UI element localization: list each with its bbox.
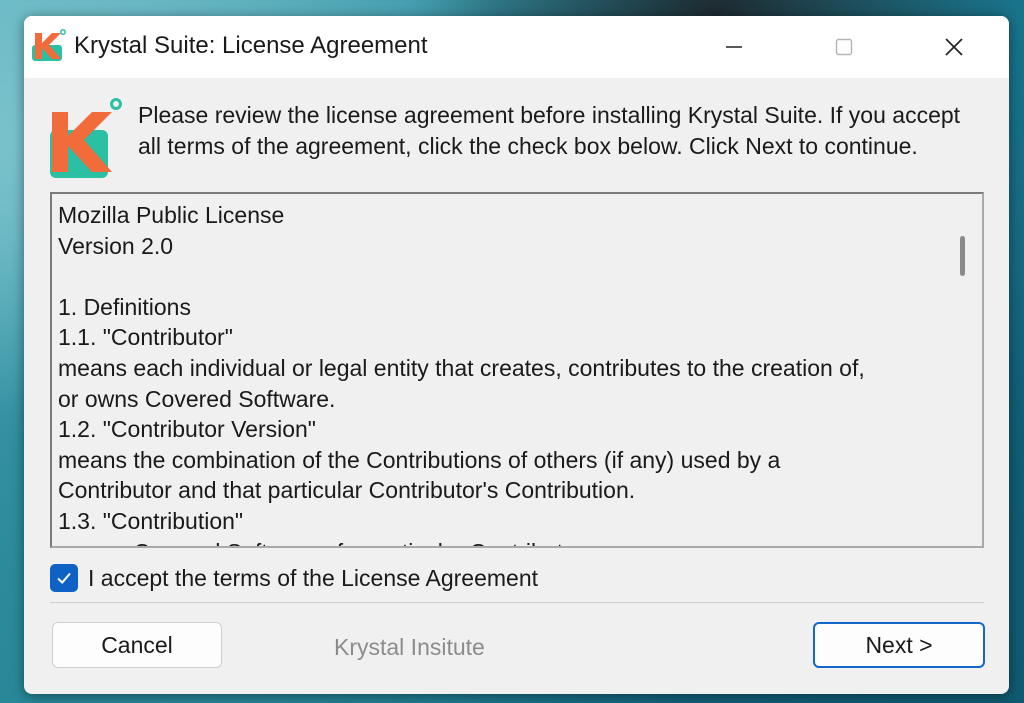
maximize-button[interactable] [814, 16, 874, 78]
license-scrollbar[interactable] [946, 194, 982, 546]
accept-checkbox[interactable] [50, 564, 78, 592]
checkmark-icon [57, 572, 71, 584]
window-title: Krystal Suite: License Agreement [74, 32, 428, 59]
next-button[interactable]: Next > [813, 622, 985, 668]
license-text: Mozilla Public License Version 2.0 1. De… [58, 202, 865, 546]
license-text-area[interactable]: Mozilla Public License Version 2.0 1. De… [50, 192, 984, 548]
instructions-text: Please review the license agreement befo… [138, 102, 961, 159]
title-bar[interactable]: Krystal Suite: License Agreement [24, 16, 1009, 78]
maximize-icon [835, 38, 853, 56]
installer-window: Krystal Suite: License Agreement Please … [24, 16, 1009, 694]
brand-text: Krystal Insitute [334, 634, 485, 660]
minimize-button[interactable] [704, 16, 764, 78]
scrollbar-thumb[interactable] [960, 236, 965, 276]
krystal-logo-icon [32, 29, 66, 61]
footer-divider [50, 602, 984, 603]
krystal-logo-large-icon [50, 98, 122, 178]
accept-label[interactable]: I accept the terms of the License Agreem… [88, 565, 538, 592]
minimize-icon [726, 46, 742, 48]
close-icon [945, 38, 963, 56]
accept-terms-row[interactable]: I accept the terms of the License Agreem… [50, 561, 650, 595]
cancel-button[interactable]: Cancel [52, 622, 222, 668]
close-button[interactable] [924, 16, 984, 78]
